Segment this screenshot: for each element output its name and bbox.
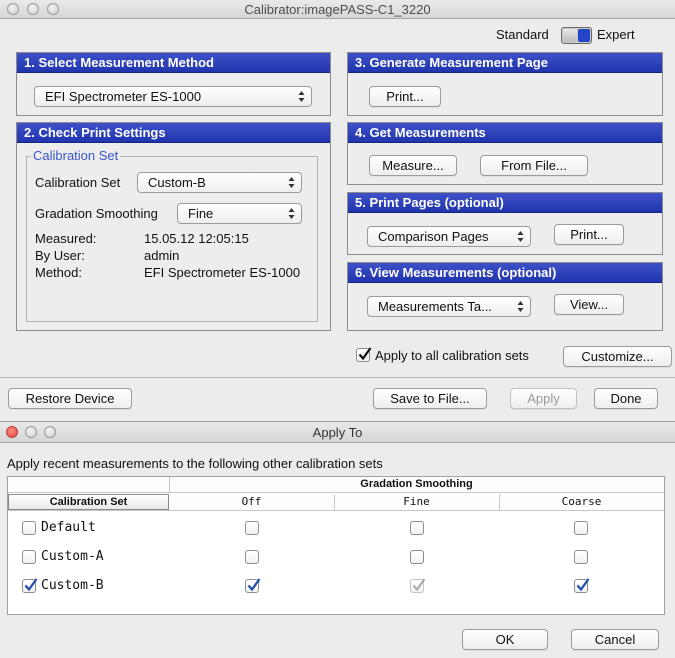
apply-button[interactable]: Apply — [510, 388, 577, 409]
dialog-titlebar: Apply To — [0, 422, 675, 443]
restore-device-button[interactable]: Restore Device — [8, 388, 132, 409]
view-button[interactable]: View... — [554, 294, 624, 315]
table-row: Custom-A — [8, 542, 664, 571]
method-value: EFI Spectrometer ES-1000 — [144, 265, 301, 280]
coarse-checkbox[interactable] — [574, 550, 588, 564]
checkmark-icon — [24, 578, 38, 592]
cancel-button[interactable]: Cancel — [571, 629, 659, 650]
ok-button[interactable]: OK — [462, 629, 548, 650]
panel-view-measurements: 6. View Measurements (optional) Measurem… — [347, 262, 663, 331]
window-title: Calibrator:imagePASS-C1_3220 — [244, 2, 431, 17]
column-header-calibration-set-label: Calibration Set — [49, 496, 128, 508]
panel-print-settings-header: 2. Check Print Settings — [17, 123, 330, 143]
column-header-off-label: Off — [241, 495, 262, 508]
popup-arrows-icon — [517, 231, 524, 242]
calibration-sets-table: Gradation Smoothing Calibration Set Off … — [7, 476, 665, 615]
popup-arrows-icon — [298, 91, 305, 102]
view-measurements-value: Measurements Ta... — [378, 299, 492, 314]
gradation-smoothing-popup[interactable]: Fine — [177, 203, 302, 224]
gradation-smoothing-value: Fine — [188, 206, 214, 221]
dialog-prompt: Apply recent measurements to the followi… — [7, 456, 383, 471]
measurement-device-value: EFI Spectrometer ES-1000 — [45, 89, 202, 104]
mode-expert-label: Expert — [597, 27, 635, 42]
gradation-smoothing-label: Gradation Smoothing — [35, 206, 158, 221]
fine-checkbox[interactable] — [410, 521, 424, 535]
view-measurements-popup[interactable]: Measurements Ta... — [367, 296, 531, 317]
measurement-device-popup[interactable]: EFI Spectrometer ES-1000 — [34, 86, 312, 107]
fine-checkbox[interactable] — [410, 550, 424, 564]
table-group-header-row: Gradation Smoothing — [8, 477, 664, 493]
from-file-button[interactable]: From File... — [480, 155, 588, 176]
calibration-set-label: Calibration Set — [35, 175, 121, 190]
checkmark-icon — [412, 578, 426, 592]
checkmark-icon — [247, 578, 261, 592]
gradation-smoothing-group-header: Gradation Smoothing — [360, 478, 473, 490]
off-checkbox[interactable] — [245, 521, 259, 535]
panel-print-pages: 5. Print Pages (optional) Comparison Pag… — [347, 192, 663, 255]
table-column-header-row: Calibration Set Off Fine Coarse — [8, 494, 664, 511]
panel-get-measurements: 4. Get Measurements Measure... From File… — [347, 122, 663, 185]
fine-checkbox[interactable] — [410, 578, 426, 593]
panel-print-settings: 2. Check Print Settings Calibration Set … — [16, 122, 331, 331]
calibration-set-value: Custom-B — [148, 175, 206, 190]
panel-select-method: 1. Select Measurement Method EFI Spectro… — [16, 52, 331, 116]
measure-button[interactable]: Measure... — [369, 155, 457, 176]
row-select-checkbox[interactable] — [22, 578, 38, 593]
popup-arrows-icon — [517, 301, 524, 312]
row-select-checkbox[interactable] — [22, 521, 36, 535]
print-measurement-page-button[interactable]: Print... — [369, 86, 441, 107]
column-header-fine-label: Fine — [403, 495, 430, 508]
mode-toggle-switch[interactable] — [561, 27, 592, 44]
panel-print-pages-header: 5. Print Pages (optional) — [348, 193, 662, 213]
apply-all-label: Apply to all calibration sets — [375, 348, 529, 363]
measured-value: 15.05.12 12:05:15 — [144, 231, 249, 246]
print-pages-button[interactable]: Print... — [554, 224, 624, 245]
panel-generate-page-header: 3. Generate Measurement Page — [348, 53, 662, 73]
off-checkbox[interactable] — [245, 550, 259, 564]
save-to-file-button[interactable]: Save to File... — [373, 388, 487, 409]
checkmark-icon — [358, 347, 372, 361]
popup-arrows-icon — [288, 208, 295, 219]
measured-label: Measured: — [35, 231, 97, 246]
column-header-off[interactable]: Off — [169, 494, 334, 510]
calibration-set-popup[interactable]: Custom-B — [137, 172, 302, 193]
by-user-value: admin — [144, 248, 180, 263]
customize-button[interactable]: Customize... — [563, 346, 672, 367]
coarse-checkbox[interactable] — [574, 521, 588, 535]
apply-all-checkbox[interactable] — [356, 347, 372, 362]
row-select-checkbox[interactable] — [22, 550, 36, 564]
print-pages-popup[interactable]: Comparison Pages — [367, 226, 531, 247]
separator — [0, 377, 675, 378]
coarse-checkbox[interactable] — [574, 578, 590, 593]
done-button[interactable]: Done — [594, 388, 658, 409]
row-name: Custom-B — [41, 578, 104, 593]
column-header-fine[interactable]: Fine — [334, 494, 499, 510]
popup-arrows-icon — [288, 177, 295, 188]
mode-toggle-knob — [563, 29, 577, 42]
by-user-label: By User: — [35, 248, 85, 263]
table-row: Custom-B — [8, 571, 664, 600]
method-label: Method: — [35, 265, 82, 280]
panel-select-method-header: 1. Select Measurement Method — [17, 53, 330, 73]
panel-get-measurements-header: 4. Get Measurements — [348, 123, 662, 143]
panel-generate-page: 3. Generate Measurement Page Print... — [347, 52, 663, 116]
column-header-coarse-label: Coarse — [561, 495, 602, 508]
row-name: Default — [41, 520, 96, 535]
mode-standard-label: Standard — [496, 27, 549, 42]
off-checkbox[interactable] — [245, 578, 261, 593]
dialog-title: Apply To — [312, 425, 363, 440]
row-name: Custom-A — [41, 549, 104, 564]
column-header-calibration-set[interactable]: Calibration Set — [8, 494, 169, 510]
panel-view-measurements-header: 6. View Measurements (optional) — [348, 263, 662, 283]
print-pages-value: Comparison Pages — [378, 229, 489, 244]
table-row: Default — [8, 513, 664, 542]
mode-toggle-indicator — [578, 29, 590, 42]
main-titlebar: Calibrator:imagePASS-C1_3220 — [0, 0, 675, 19]
column-header-coarse[interactable]: Coarse — [499, 494, 664, 510]
checkmark-icon — [576, 578, 590, 592]
calibration-set-group-title: Calibration Set — [31, 148, 121, 163]
